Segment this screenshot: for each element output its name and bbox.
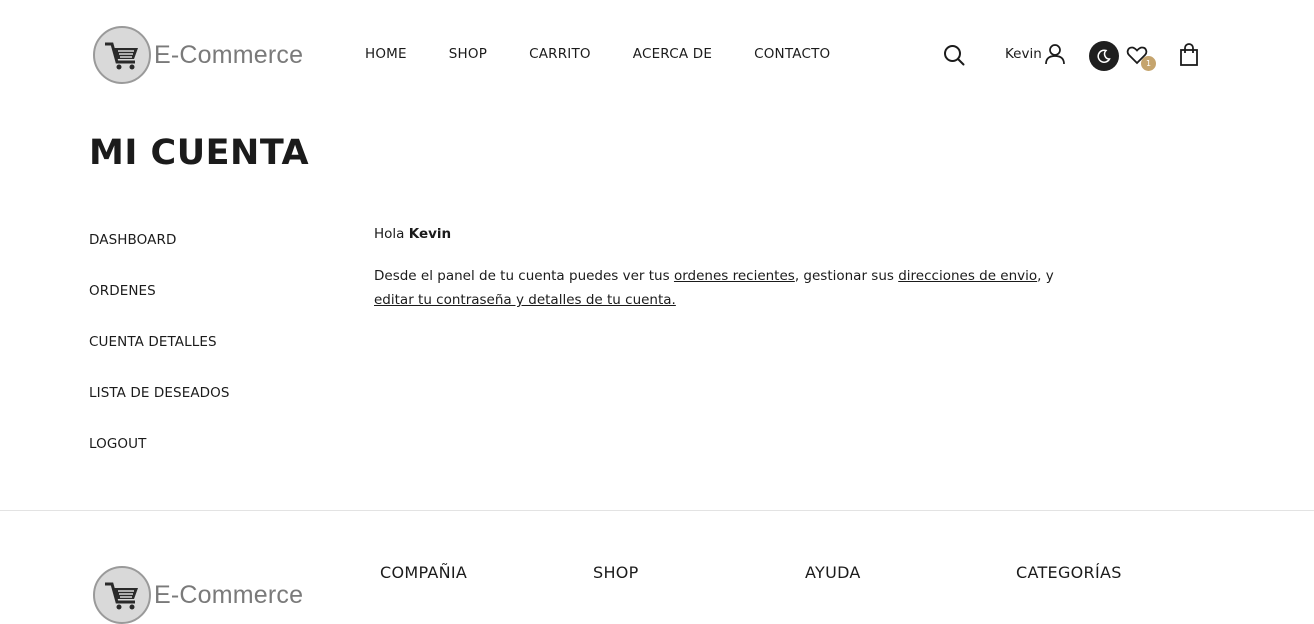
footer-brand-name: E-Commerce xyxy=(154,580,304,609)
main-nav: HOME SHOP CARRITO ACERCA DE CONTACTO xyxy=(365,46,872,62)
dashboard-description: Desde el panel de tu cuenta puedes ver t… xyxy=(374,264,1064,312)
nav-acerca-de[interactable]: ACERCA DE xyxy=(633,46,712,62)
footer-heading-compania: COMPAÑIA xyxy=(380,563,468,582)
brand-name: E-Commerce xyxy=(154,40,304,69)
nav-shop[interactable]: SHOP xyxy=(449,46,487,62)
account-link[interactable]: Kevin xyxy=(1005,43,1066,65)
recent-orders-link[interactable]: ordenes recientes xyxy=(674,268,795,284)
footer-divider xyxy=(0,510,1314,511)
site-logo[interactable]: E-Commerce xyxy=(93,26,303,84)
sidebar-item-cuenta-detalles[interactable]: CUENTA DETALLES xyxy=(89,334,230,385)
account-sidebar: DASHBOARD ORDENES CUENTA DETALLES LISTA … xyxy=(89,232,230,487)
nav-home[interactable]: HOME xyxy=(365,46,407,62)
cart-logo-icon xyxy=(93,566,151,624)
nav-carrito[interactable]: CARRITO xyxy=(529,46,591,62)
moon-icon xyxy=(1097,49,1111,63)
greeting: Hola Kevin xyxy=(374,226,1064,242)
wishlist-count-badge: 1 xyxy=(1141,56,1156,71)
desc-text-1: Desde el panel de tu cuenta puedes ver t… xyxy=(374,268,670,284)
footer-heading-shop: SHOP xyxy=(593,563,639,582)
page-title: MI CUENTA xyxy=(89,133,310,173)
user-icon xyxy=(1044,43,1066,65)
desc-text-3: , y xyxy=(1037,268,1054,284)
sidebar-item-logout[interactable]: LOGOUT xyxy=(89,436,230,487)
nav-contacto[interactable]: CONTACTO xyxy=(754,46,830,62)
footer-logo[interactable]: E-Commerce xyxy=(93,566,303,624)
sidebar-item-dashboard[interactable]: DASHBOARD xyxy=(89,232,230,283)
shopping-bag-icon[interactable] xyxy=(1178,43,1200,67)
shipping-addresses-link[interactable]: direcciones de envio xyxy=(898,268,1037,284)
edit-account-link[interactable]: editar tu contraseña y detalles de tu cu… xyxy=(374,292,676,308)
dashboard-content: Hola Kevin Desde el panel de tu cuenta p… xyxy=(374,226,1064,312)
search-icon[interactable] xyxy=(943,44,965,66)
desc-text-2: , gestionar sus xyxy=(794,268,894,284)
greeting-user-name: Kevin xyxy=(408,226,452,242)
footer-heading-ayuda: AYUDA xyxy=(805,563,861,582)
sidebar-item-lista-deseados[interactable]: LISTA DE DESEADOS xyxy=(89,385,230,436)
cart-logo-icon xyxy=(93,26,151,84)
greeting-text: Hola xyxy=(374,226,405,242)
dark-mode-toggle[interactable] xyxy=(1089,41,1119,71)
footer-heading-categorias: CATEGORÍAS xyxy=(1016,563,1122,582)
user-name: Kevin xyxy=(1005,46,1042,62)
sidebar-item-ordenes[interactable]: ORDENES xyxy=(89,283,230,334)
